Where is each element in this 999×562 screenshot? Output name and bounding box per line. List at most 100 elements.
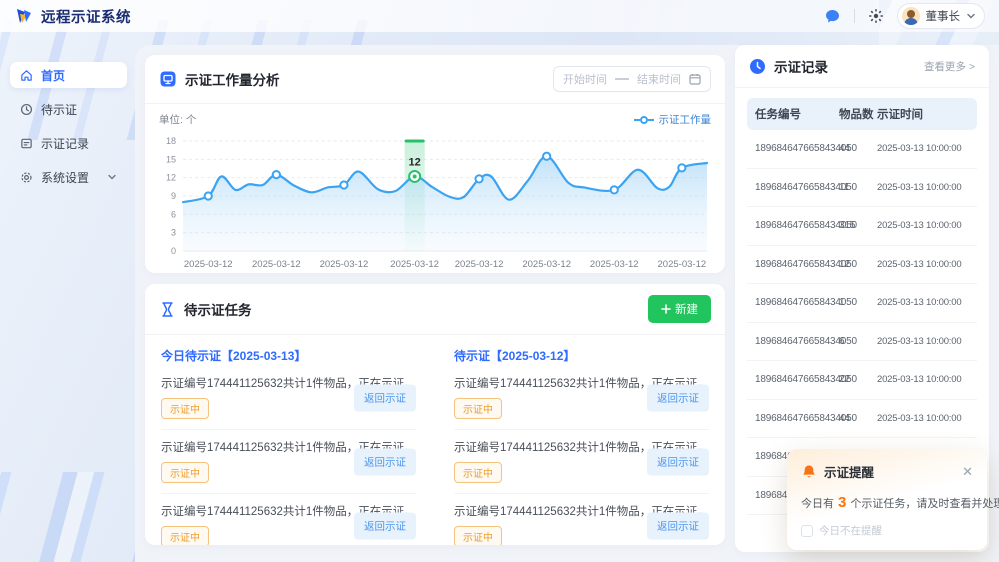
workload-line-chart[interactable]: 0369121518122025-03-122025-03-122025-03-…	[159, 127, 711, 283]
toast-header: 示证提醒 ✕	[801, 462, 973, 481]
column-header-item-count: 物品数	[839, 106, 877, 122]
new-task-button[interactable]: 新建	[648, 295, 711, 323]
sidebar-item-records[interactable]: 示证记录	[10, 130, 127, 156]
return-evidence-button[interactable]: 返回示证	[354, 448, 416, 475]
records-card-title: 示证记录	[774, 56, 828, 76]
task-column-pending: 待示证【2025-03-12】 示证编号174441125632共计1件物品，正…	[454, 339, 709, 545]
record-time: 2025-03-13 10:00:00	[877, 220, 969, 231]
record-time: 2025-03-13 10:00:00	[877, 259, 969, 270]
close-icon[interactable]: ✕	[962, 465, 973, 478]
plus-icon	[661, 304, 671, 314]
return-evidence-button[interactable]: 返回示证	[354, 512, 416, 539]
return-evidence-button[interactable]: 返回示证	[647, 512, 709, 539]
app-title: 远程示证系统	[41, 6, 131, 27]
record-task-id: 1896846476658434050	[755, 182, 839, 193]
checkbox-icon[interactable]	[801, 525, 813, 537]
return-evidence-button[interactable]: 返回示证	[647, 384, 709, 411]
legend-line-marker-icon	[634, 116, 654, 124]
table-row[interactable]: 1896846476658434050 11 2025-03-13 10:00:…	[747, 169, 977, 208]
task-item: 示证编号174441125632共计1件物品，正在示证。 示证中 返回示证	[161, 366, 416, 430]
record-time: 2025-03-13 10:00:00	[877, 413, 969, 424]
date-range-separator	[615, 78, 629, 80]
avatar	[902, 7, 920, 25]
mute-today-label: 今日不在提醒	[819, 523, 882, 538]
monitor-icon	[159, 70, 177, 88]
return-evidence-button[interactable]: 返回示证	[354, 384, 416, 411]
table-row[interactable]: 1896846476658434050 22 2025-03-13 10:00:…	[747, 361, 977, 400]
top-bar-actions: 董事长	[824, 3, 986, 29]
sidebar-item-settings[interactable]: 系统设置	[10, 164, 127, 190]
task-status-badge: 示证中	[454, 462, 502, 483]
record-task-id: 1896846476658434050	[755, 143, 839, 154]
svg-text:2025-03-12: 2025-03-12	[390, 259, 439, 270]
task-status-badge: 示证中	[454, 526, 502, 545]
record-task-id: 1896846476658434050	[755, 374, 839, 385]
new-task-button-label: 新建	[675, 301, 698, 317]
record-item-count: 44	[839, 143, 877, 154]
evidence-reminder-toast: 示证提醒 ✕ 今日有 3 个示证任务，请及时查看并处理! 今日不在提醒	[787, 449, 987, 550]
settings-gear-icon[interactable]	[867, 7, 885, 25]
svg-text:0: 0	[171, 246, 176, 256]
task-list: 示证编号174441125632共计1件物品，正在示证。 示证中 返回示证 示证…	[161, 366, 416, 545]
record-item-count: 11	[839, 182, 877, 193]
record-time: 2025-03-13 10:00:00	[877, 374, 969, 385]
task-list: 示证编号174441125632共计1件物品，正在示证。 示证中 返回示证 示证…	[454, 366, 709, 545]
workload-analysis-card: 示证工作量分析 开始时间 结束时间 单位: 个	[145, 55, 725, 273]
chart-body: 单位: 个 示证工作量 0369121518122025-03-122025-0…	[145, 104, 725, 287]
top-bar: 远程示证系统 董事长	[0, 0, 999, 32]
table-row[interactable]: 1896846476658434050 44 2025-03-13 10:00:…	[747, 400, 977, 439]
table-row[interactable]: 1896846476658434050 6 2025-03-13 10:00:0…	[747, 323, 977, 362]
return-evidence-button[interactable]: 返回示证	[647, 448, 709, 475]
table-row[interactable]: 1896846476658434050 12 2025-03-13 10:00:…	[747, 246, 977, 285]
record-time: 2025-03-13 10:00:00	[877, 297, 969, 308]
toast-message-prefix: 今日有	[801, 495, 834, 511]
record-icon	[20, 137, 33, 150]
task-status-badge: 示证中	[161, 526, 209, 545]
svg-text:2025-03-12: 2025-03-12	[455, 259, 504, 270]
table-row[interactable]: 1896846476658434050 315 2025-03-13 10:00…	[747, 207, 977, 246]
record-task-id: 1896846476658434050	[755, 413, 839, 424]
hourglass-icon	[159, 301, 176, 318]
svg-text:12: 12	[409, 156, 421, 168]
mute-today-option[interactable]: 今日不在提醒	[801, 523, 973, 538]
svg-text:3: 3	[171, 228, 176, 238]
sidebar-item-label: 待示证	[41, 101, 77, 118]
record-task-id: 1896846476658434050	[755, 220, 839, 231]
home-icon	[20, 69, 33, 82]
record-time: 2025-03-13 10:00:00	[877, 182, 969, 193]
toast-message: 今日有 3 个示证任务，请及时查看并处理!	[801, 494, 973, 511]
task-column-today: 今日待示证【2025-03-13】 示证编号174441125632共计1件物品…	[161, 339, 416, 545]
logo-icon	[14, 6, 34, 26]
record-item-count: 1	[839, 297, 877, 308]
table-row[interactable]: 1896846476658434050 1 2025-03-13 10:00:0…	[747, 284, 977, 323]
records-card-header: 示证记录 查看更多 >	[735, 45, 989, 88]
toast-title: 示证提醒	[824, 462, 874, 481]
task-item: 示证编号174441125632共计1件物品，正在示证。 示证中 返回示证	[454, 494, 709, 545]
sidebar-item-label: 首页	[41, 67, 65, 84]
user-name: 董事长	[926, 8, 961, 24]
sidebar-item-pending[interactable]: 待示证	[10, 96, 127, 122]
legend-label: 示证工作量	[659, 112, 712, 127]
sidebar-item-home[interactable]: 首页	[10, 62, 127, 88]
task-status-badge: 示证中	[161, 398, 209, 419]
message-icon[interactable]	[824, 7, 842, 25]
date-range-picker[interactable]: 开始时间 结束时间	[553, 66, 711, 92]
pending-tasks-card: 待示证任务 新建 今日待示证【2025-03-13】 示证编号174441125…	[145, 284, 725, 545]
chart-meta-row: 单位: 个 示证工作量	[159, 112, 711, 127]
svg-text:18: 18	[166, 136, 176, 146]
view-more-link[interactable]: 查看更多 >	[924, 59, 975, 74]
user-menu[interactable]: 董事长	[897, 3, 986, 29]
calendar-icon	[689, 73, 701, 85]
chart-legend[interactable]: 示证工作量	[634, 112, 712, 127]
table-row[interactable]: 1896846476658434050 44 2025-03-13 10:00:…	[747, 130, 977, 169]
svg-text:9: 9	[171, 191, 176, 201]
record-time: 2025-03-13 10:00:00	[877, 143, 969, 154]
svg-text:12: 12	[166, 173, 176, 183]
record-time: 2025-03-13 10:00:00	[877, 336, 969, 347]
end-time-placeholder: 结束时间	[637, 71, 681, 87]
sidebar-item-label: 示证记录	[41, 135, 89, 152]
record-item-count: 22	[839, 374, 877, 385]
records-table-header: 任务编号 物品数 示证时间	[747, 98, 977, 130]
task-item: 示证编号174441125632共计1件物品，正在示证。 示证中 返回示证	[161, 494, 416, 545]
tasks-card-title: 待示证任务	[184, 299, 252, 319]
